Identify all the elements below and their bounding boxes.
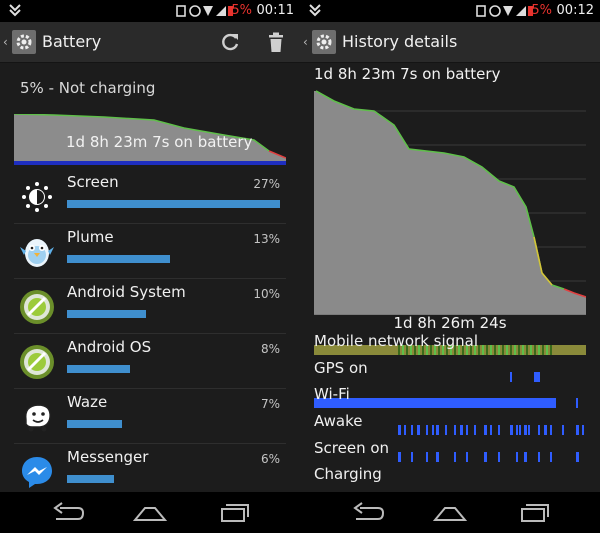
- usage-row-android-os[interactable]: Android OS 8%: [14, 334, 286, 389]
- app-name: Screen: [67, 173, 119, 191]
- up-chevron-icon[interactable]: ‹: [3, 35, 8, 49]
- usage-row-messenger[interactable]: Messenger 6%: [14, 444, 286, 499]
- total-duration: 1d 8h 26m 24s: [393, 314, 507, 332]
- signal-label: Charging: [314, 465, 382, 484]
- usage-bar: [67, 365, 131, 373]
- page-title: Battery: [42, 32, 102, 51]
- usage-bar: [67, 255, 170, 263]
- notification-icon: [9, 4, 21, 17]
- graph-duration-label: 1d 8h 23m 7s on battery: [314, 65, 501, 83]
- settings-gear-icon[interactable]: [312, 30, 336, 54]
- android-os-icon: [18, 343, 56, 381]
- usage-percent: 8%: [260, 342, 280, 356]
- usage-bar-track: [67, 255, 280, 263]
- clock: 00:11: [256, 3, 294, 18]
- usage-row-waze[interactable]: Waze 7%: [14, 389, 286, 444]
- usage-bar: [67, 420, 123, 428]
- usage-row-plume[interactable]: Plume 13%: [14, 224, 286, 279]
- charging-status: 5% - Not charging: [20, 79, 156, 97]
- usage-bar-track: [67, 365, 280, 373]
- refresh-icon[interactable]: [218, 30, 242, 54]
- messenger-icon: [18, 453, 56, 491]
- back-icon[interactable]: [48, 500, 88, 526]
- signal-row-wi-fi: Wi-Fi: [314, 384, 586, 411]
- battery-level-text: 5%: [531, 3, 552, 18]
- battery-history-graph-large: [314, 90, 586, 315]
- usage-row-android-system[interactable]: Android System 10%: [14, 279, 286, 334]
- signal-label: Wi-Fi: [314, 385, 350, 404]
- status-bar: 5% 00:12: [300, 0, 600, 22]
- usage-percent: 13%: [253, 232, 280, 246]
- usage-bar-track: [67, 475, 280, 483]
- history-details-screen: 5% 00:12 ‹ History details 1d 8h 23m 7s …: [300, 0, 600, 533]
- trash-icon[interactable]: [264, 30, 288, 54]
- signal-label: Awake: [314, 412, 363, 431]
- up-chevron-icon[interactable]: ‹: [303, 35, 308, 49]
- wifi-strip: [314, 398, 578, 409]
- app-name: Android OS: [67, 338, 152, 356]
- signal-row-mobile-network-signal: Mobile network signal: [314, 331, 586, 358]
- signal-row-awake: Awake: [314, 411, 586, 438]
- signal-list: Mobile network signal GPS on Wi-Fi Awake Scr…: [314, 331, 586, 491]
- recents-icon[interactable]: [512, 500, 552, 526]
- signal-row-screen-on: Screen on: [314, 438, 586, 465]
- usage-percent: 7%: [260, 397, 280, 411]
- action-bar: ‹ History details: [300, 22, 600, 63]
- app-name: Waze: [67, 393, 108, 411]
- signal-row-gps-on: GPS on: [314, 358, 586, 385]
- signal-label: GPS on: [314, 358, 368, 377]
- usage-bar-track: [67, 420, 280, 428]
- usage-percent: 6%: [260, 452, 280, 466]
- recents-icon[interactable]: [212, 500, 252, 526]
- usage-bar: [67, 475, 115, 483]
- system-status-icons: [476, 5, 533, 17]
- app-name: Plume: [67, 228, 114, 246]
- back-icon[interactable]: [348, 500, 388, 526]
- action-bar: ‹ Battery: [0, 22, 300, 63]
- status-bar: 5% 00:11: [0, 0, 300, 22]
- navigation-bar: [0, 492, 300, 533]
- system-status-icons: [176, 5, 233, 17]
- usage-bar: [67, 200, 280, 208]
- settings-gear-icon[interactable]: [12, 30, 36, 54]
- plume-bird-icon: [18, 233, 56, 271]
- usage-list: Screen 27% Plume 13% Android System 10% Androi…: [14, 169, 286, 499]
- signal-label: Mobile network signal: [314, 332, 479, 350]
- page-title: History details: [342, 32, 458, 51]
- usage-percent: 27%: [253, 177, 280, 191]
- graph-duration-label: 1d 8h 23m 7s on battery: [66, 133, 253, 151]
- notification-icon: [309, 4, 321, 17]
- usage-bar-track: [67, 310, 280, 318]
- navigation-bar: [300, 492, 600, 533]
- signal-row-charging: Charging: [314, 464, 586, 491]
- app-name: Android System: [67, 283, 186, 301]
- clock: 00:12: [556, 3, 594, 18]
- home-icon[interactable]: [130, 500, 170, 526]
- waze-icon: [18, 398, 56, 436]
- home-icon[interactable]: [430, 500, 470, 526]
- app-name: Messenger: [67, 448, 149, 466]
- usage-row-screen[interactable]: Screen 27%: [14, 169, 286, 224]
- battery-content: 5% - Not charging 1d 8h 23m 7s on batter…: [0, 63, 300, 499]
- usage-percent: 10%: [253, 287, 280, 301]
- battery-screen: 5% 00:11 ‹ Battery 5% - Not charging 1d …: [0, 0, 300, 533]
- usage-bar: [67, 310, 146, 318]
- screen-brightness-icon: [18, 178, 56, 216]
- usage-bar-track: [67, 200, 280, 208]
- android-system-icon: [18, 288, 56, 326]
- battery-level-text: 5%: [231, 3, 252, 18]
- history-content: 1d 8h 23m 7s on battery 1d 8h 26m 24s Mo…: [300, 63, 600, 492]
- signal-label: Screen on: [314, 438, 390, 457]
